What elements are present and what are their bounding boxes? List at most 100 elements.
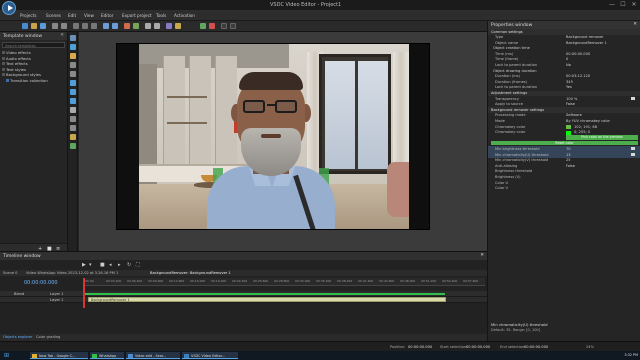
property-value[interactable]: False bbox=[566, 164, 575, 168]
zoom-tool-icon[interactable] bbox=[70, 44, 76, 50]
slider-handle[interactable] bbox=[631, 153, 635, 157]
property-value[interactable]: BackgroundRemover 1 bbox=[566, 41, 607, 45]
property-value[interactable]: 13 bbox=[566, 153, 571, 157]
property-value[interactable]: 100 % bbox=[566, 97, 577, 101]
property-value[interactable]: Yes bbox=[566, 85, 572, 89]
tab-objects-explorer[interactable]: Objects explorer bbox=[3, 335, 33, 339]
crop-icon[interactable] bbox=[133, 23, 139, 29]
sprite-tool-icon[interactable] bbox=[70, 125, 76, 131]
property-value[interactable]: No bbox=[566, 63, 571, 67]
settings-icon[interactable] bbox=[145, 23, 151, 29]
property-value[interactable]: 70 bbox=[566, 147, 571, 151]
pen-tool-icon[interactable] bbox=[70, 71, 76, 77]
menu-edit[interactable]: Edit bbox=[68, 13, 76, 18]
property-value[interactable]: By YUV chromakey color bbox=[566, 119, 610, 123]
tab-color-grading[interactable]: Color grading bbox=[36, 335, 60, 339]
property-value[interactable]: 00:03:12.120 bbox=[566, 74, 590, 78]
redo-icon[interactable] bbox=[61, 23, 67, 29]
layout-icon[interactable] bbox=[112, 23, 118, 29]
background-remover-clip[interactable]: BackgroundRemover 1 bbox=[88, 297, 446, 302]
close-icon[interactable]: ✕ bbox=[480, 253, 484, 258]
cut-icon[interactable] bbox=[73, 23, 79, 29]
track-row[interactable]: Layer 1 BackgroundRemover 1 bbox=[0, 297, 487, 303]
menu-tools[interactable]: Tools bbox=[156, 13, 166, 18]
video-preview[interactable] bbox=[116, 43, 430, 230]
color-swatch[interactable] bbox=[566, 130, 571, 135]
slider-handle[interactable] bbox=[631, 147, 635, 151]
property-value[interactable]: False bbox=[566, 102, 575, 106]
mask-tool-icon[interactable] bbox=[70, 143, 76, 149]
playhead[interactable] bbox=[83, 278, 85, 308]
grid-icon[interactable] bbox=[221, 23, 227, 29]
stop-icon[interactable]: ■ bbox=[100, 262, 106, 268]
menu-projects[interactable]: Projects bbox=[20, 13, 37, 18]
zoom-icon[interactable] bbox=[154, 23, 160, 29]
property-value[interactable]: 0 bbox=[566, 57, 568, 61]
maximize-button[interactable]: ☐ bbox=[618, 1, 628, 9]
shape-tool-icon[interactable] bbox=[70, 53, 76, 59]
taskbar-item[interactable]: Video edit - Sear... bbox=[126, 352, 180, 359]
snap-icon[interactable] bbox=[230, 23, 236, 29]
record-icon[interactable] bbox=[124, 23, 130, 29]
taskbar-item[interactable]: VSDC Video Editor... bbox=[182, 352, 238, 359]
copy-icon[interactable] bbox=[82, 23, 88, 29]
windows-start-icon[interactable]: ⊞ bbox=[4, 352, 9, 359]
open-project-icon[interactable] bbox=[31, 23, 37, 29]
template-search-input[interactable]: Search templates bbox=[2, 42, 65, 48]
export-icon[interactable] bbox=[200, 23, 206, 29]
tree-item-label: Transition collection bbox=[10, 77, 48, 83]
menu-export-project[interactable]: Export project bbox=[122, 13, 152, 18]
next-frame-icon[interactable]: ▸ bbox=[118, 262, 124, 268]
parent-clip-bar[interactable] bbox=[85, 293, 445, 295]
image-tool-icon[interactable] bbox=[70, 89, 76, 95]
save-icon[interactable] bbox=[40, 23, 46, 29]
minimize-button[interactable]: — bbox=[607, 1, 617, 9]
property-value[interactable]: 0; 255; 0 bbox=[574, 130, 590, 134]
menu-scenes[interactable]: Scenes bbox=[46, 13, 61, 18]
dropdown-icon[interactable]: ▾ bbox=[89, 262, 95, 268]
property-value[interactable]: 102; 191; 68 bbox=[574, 125, 597, 129]
taskbar-item[interactable]: WhatsApp bbox=[90, 352, 124, 359]
property-row[interactable]: Color V bbox=[488, 186, 640, 192]
color-swatch[interactable] bbox=[566, 125, 571, 130]
timeline-ruler[interactable]: 00:00 00:03.200 00:06.400 00:09.600 00:12.80… bbox=[85, 278, 485, 286]
menu-editor[interactable]: Editor bbox=[101, 13, 113, 18]
delete-icon[interactable] bbox=[209, 23, 215, 29]
align-icon[interactable] bbox=[103, 23, 109, 29]
taskbar-item[interactable]: Now Tab - Google C... bbox=[30, 352, 88, 359]
new-project-icon[interactable] bbox=[22, 23, 28, 29]
close-button[interactable]: ✕ bbox=[629, 1, 639, 9]
property-value[interactable]: 345 bbox=[566, 80, 573, 84]
tab-scene[interactable]: Scene 0 bbox=[3, 271, 17, 275]
loop-icon[interactable]: ↻ bbox=[127, 262, 133, 268]
play-icon[interactable]: ▶ bbox=[82, 262, 88, 268]
close-icon[interactable]: ✕ bbox=[60, 33, 64, 38]
property-value[interactable]: 25 bbox=[566, 158, 571, 162]
reset-color-button[interactable]: Reset color bbox=[491, 140, 638, 146]
fullscreen-icon[interactable]: ⛶ bbox=[136, 262, 142, 268]
effects-icon[interactable] bbox=[166, 23, 172, 29]
tree-item-transition-collection[interactable]: Transition collection bbox=[0, 78, 67, 84]
effects-tool-icon[interactable] bbox=[70, 134, 76, 140]
property-value[interactable]: 00:00:00.000 bbox=[566, 52, 590, 56]
tab-video-clip[interactable]: Video WhatsApp Video 2023-12-02 at 3.26.… bbox=[26, 271, 118, 275]
menu-view[interactable]: View bbox=[84, 13, 94, 18]
video-tool-icon[interactable] bbox=[70, 80, 76, 86]
close-icon[interactable]: ✕ bbox=[633, 22, 637, 27]
slider-handle[interactable] bbox=[631, 97, 635, 101]
chart-tool-icon[interactable] bbox=[70, 116, 76, 122]
star-icon[interactable] bbox=[175, 23, 181, 29]
vsdc-logo-icon[interactable] bbox=[2, 1, 16, 15]
text-tool-icon[interactable] bbox=[70, 107, 76, 113]
line-tool-icon[interactable] bbox=[70, 62, 76, 68]
pointer-icon[interactable] bbox=[70, 35, 76, 41]
pick-color-button[interactable]: Pick color on the preview bbox=[566, 135, 638, 140]
prev-frame-icon[interactable]: ◂ bbox=[109, 262, 115, 268]
undo-icon[interactable] bbox=[52, 23, 58, 29]
property-value[interactable]: Background remover bbox=[566, 35, 604, 39]
audio-tool-icon[interactable] bbox=[70, 98, 76, 104]
property-value[interactable]: Software bbox=[566, 113, 582, 117]
paste-icon[interactable] bbox=[91, 23, 97, 29]
tab-background-remover[interactable]: BackgroundRemover: BackgroundRemover 1 bbox=[150, 271, 231, 275]
menu-activation[interactable]: Activation bbox=[174, 13, 195, 18]
